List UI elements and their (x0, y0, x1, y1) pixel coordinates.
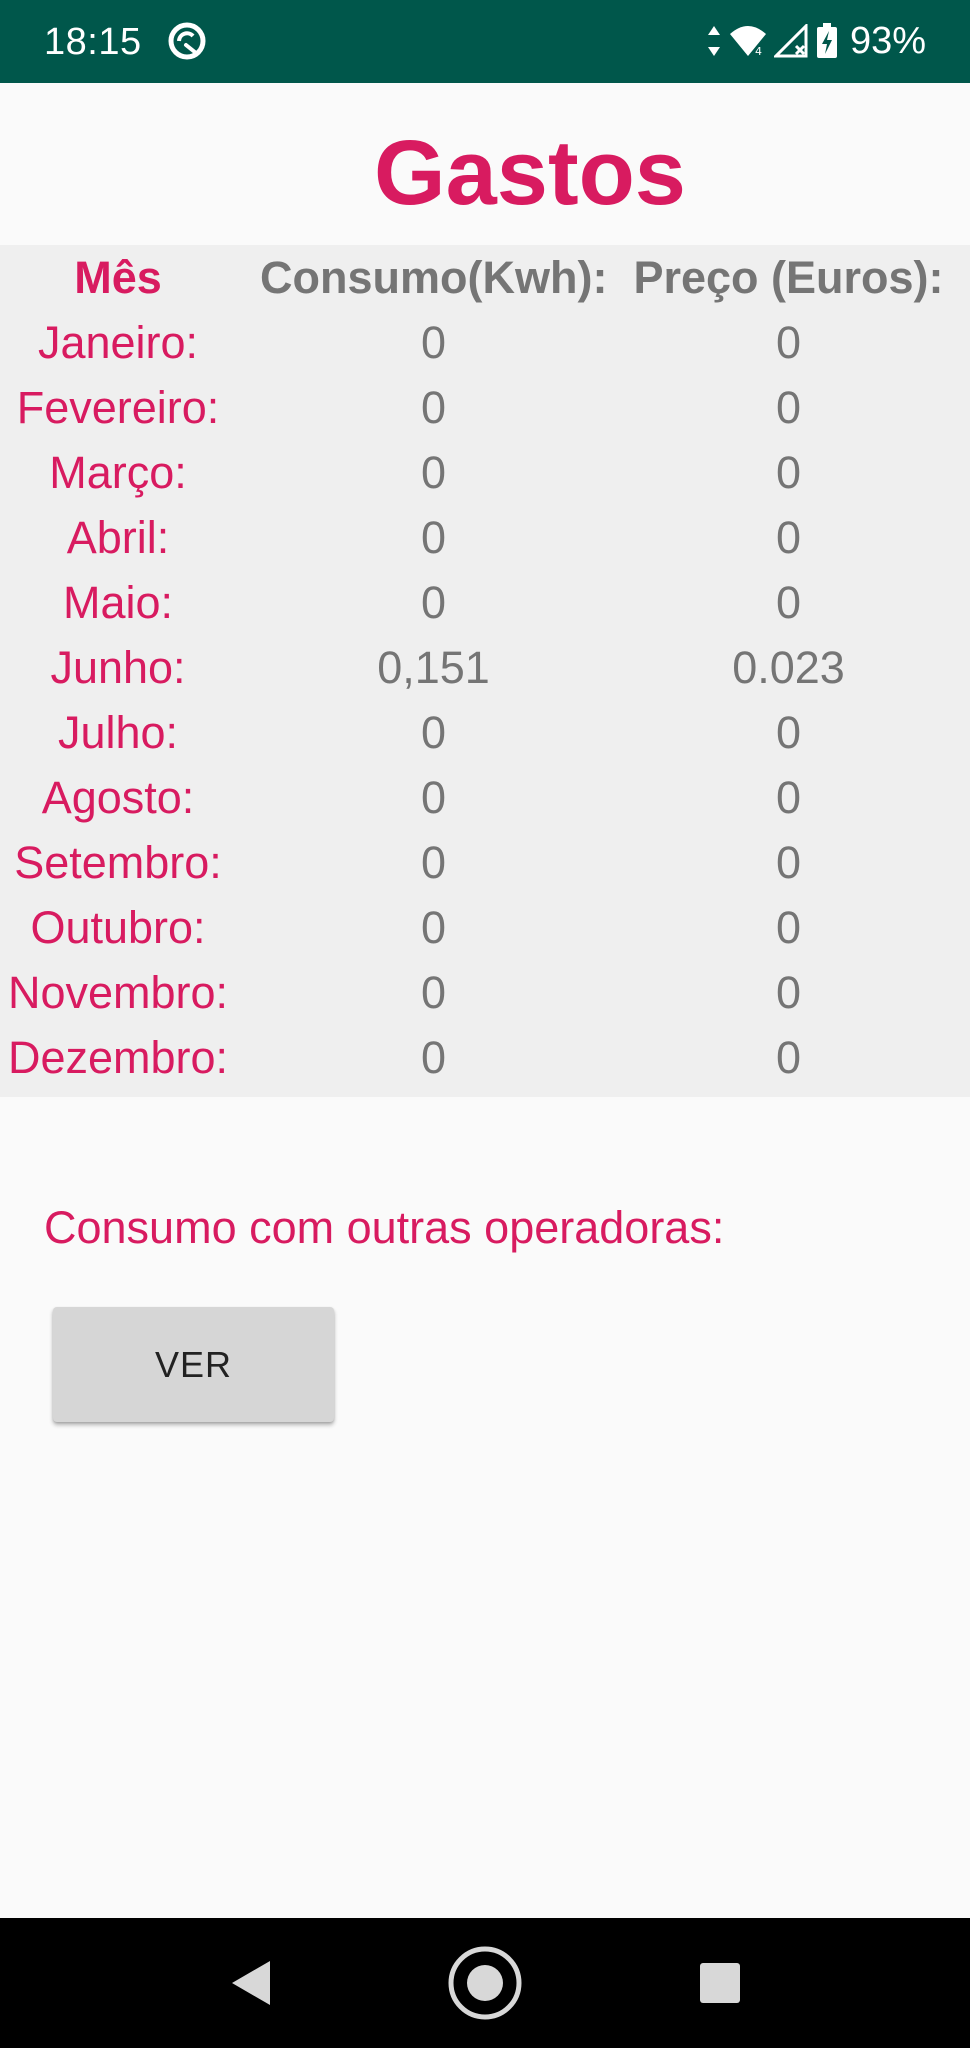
price-value: 0 (775, 577, 802, 628)
consumption-value: 0 (420, 382, 447, 433)
table-row: Junho: 0,151 0.023 (0, 635, 970, 700)
header-consumption: Consumo(Kwh): (260, 252, 608, 303)
price-value: 0 (775, 317, 802, 368)
month-label: Junho: (50, 642, 186, 693)
consumption-value: 0,151 (377, 642, 490, 693)
month-label: Outubro: (30, 902, 206, 953)
price-value: 0 (775, 967, 802, 1018)
month-label: Novembro: (7, 967, 229, 1018)
header-month: Mês (74, 252, 162, 303)
consumption-value: 0 (420, 772, 447, 823)
month-label: Dezembro: (7, 1032, 229, 1083)
month-label: Abril: (66, 512, 170, 563)
table-row: Abril: 0 0 (0, 505, 970, 570)
table-header-row: Mês Consumo(Kwh): Preço (Euros): (0, 245, 970, 310)
price-value: 0 (775, 512, 802, 563)
consumption-value: 0 (420, 577, 447, 628)
consumption-value: 0 (420, 512, 447, 563)
ver-button[interactable]: VER (53, 1307, 334, 1422)
table-row: Maio: 0 0 (0, 570, 970, 635)
cell-signal-icon (773, 24, 810, 58)
battery-charging-icon (816, 23, 838, 59)
svg-text:4: 4 (755, 45, 762, 58)
price-value: 0 (775, 707, 802, 758)
month-label: Maio: (62, 577, 174, 628)
consumption-value: 0 (420, 707, 447, 758)
consumption-value: 0 (420, 447, 447, 498)
price-value: 0 (775, 837, 802, 888)
back-icon[interactable] (220, 1918, 280, 2048)
month-label: Julho: (57, 707, 179, 758)
sync-circle-icon (166, 20, 208, 62)
status-bar: 18:15 4 93% (0, 0, 970, 83)
month-label: Setembro: (14, 837, 222, 888)
table-row: Agosto: 0 0 (0, 765, 970, 830)
other-operators-label: Consumo com outras operadoras: (44, 1202, 725, 1253)
recents-icon[interactable] (690, 1918, 750, 2048)
table-row: Dezembro: 0 0 (0, 1025, 970, 1090)
consumption-value: 0 (420, 317, 447, 368)
price-value: 0 (775, 382, 802, 433)
battery-percentage: 93% (849, 20, 926, 62)
table-row: Março: 0 0 (0, 440, 970, 505)
price-value: 0 (775, 447, 802, 498)
table-row: Setembro: 0 0 (0, 830, 970, 895)
expenses-table: Mês Consumo(Kwh): Preço (Euros): Janeiro… (0, 245, 970, 1097)
table-row: Outubro: 0 0 (0, 895, 970, 960)
month-label: Janeiro: (37, 317, 199, 368)
header-price: Preço (Euros): (633, 252, 944, 303)
home-icon[interactable] (445, 1918, 525, 2048)
data-arrows-icon (706, 24, 722, 58)
consumption-value: 0 (420, 837, 447, 888)
price-value: 0 (775, 1032, 802, 1083)
wifi-icon: 4 (728, 24, 768, 58)
status-time: 18:15 (44, 21, 142, 63)
table-row: Janeiro: 0 0 (0, 310, 970, 375)
consumption-value: 0 (420, 902, 447, 953)
table-row: Julho: 0 0 (0, 700, 970, 765)
month-label: Agosto: (41, 772, 195, 823)
status-indicators: 4 93% (706, 18, 926, 64)
consumption-value: 0 (420, 1032, 447, 1083)
table-row: Fevereiro: 0 0 (0, 375, 970, 440)
consumption-value: 0 (420, 967, 447, 1018)
price-value: 0.023 (732, 642, 845, 693)
price-value: 0 (775, 772, 802, 823)
page-title: Gastos (374, 122, 686, 224)
price-value: 0 (775, 902, 802, 953)
table-row: Novembro: 0 0 (0, 960, 970, 1025)
navigation-bar (0, 1918, 970, 2048)
month-label: Março: (49, 447, 187, 498)
month-label: Fevereiro: (16, 382, 220, 433)
